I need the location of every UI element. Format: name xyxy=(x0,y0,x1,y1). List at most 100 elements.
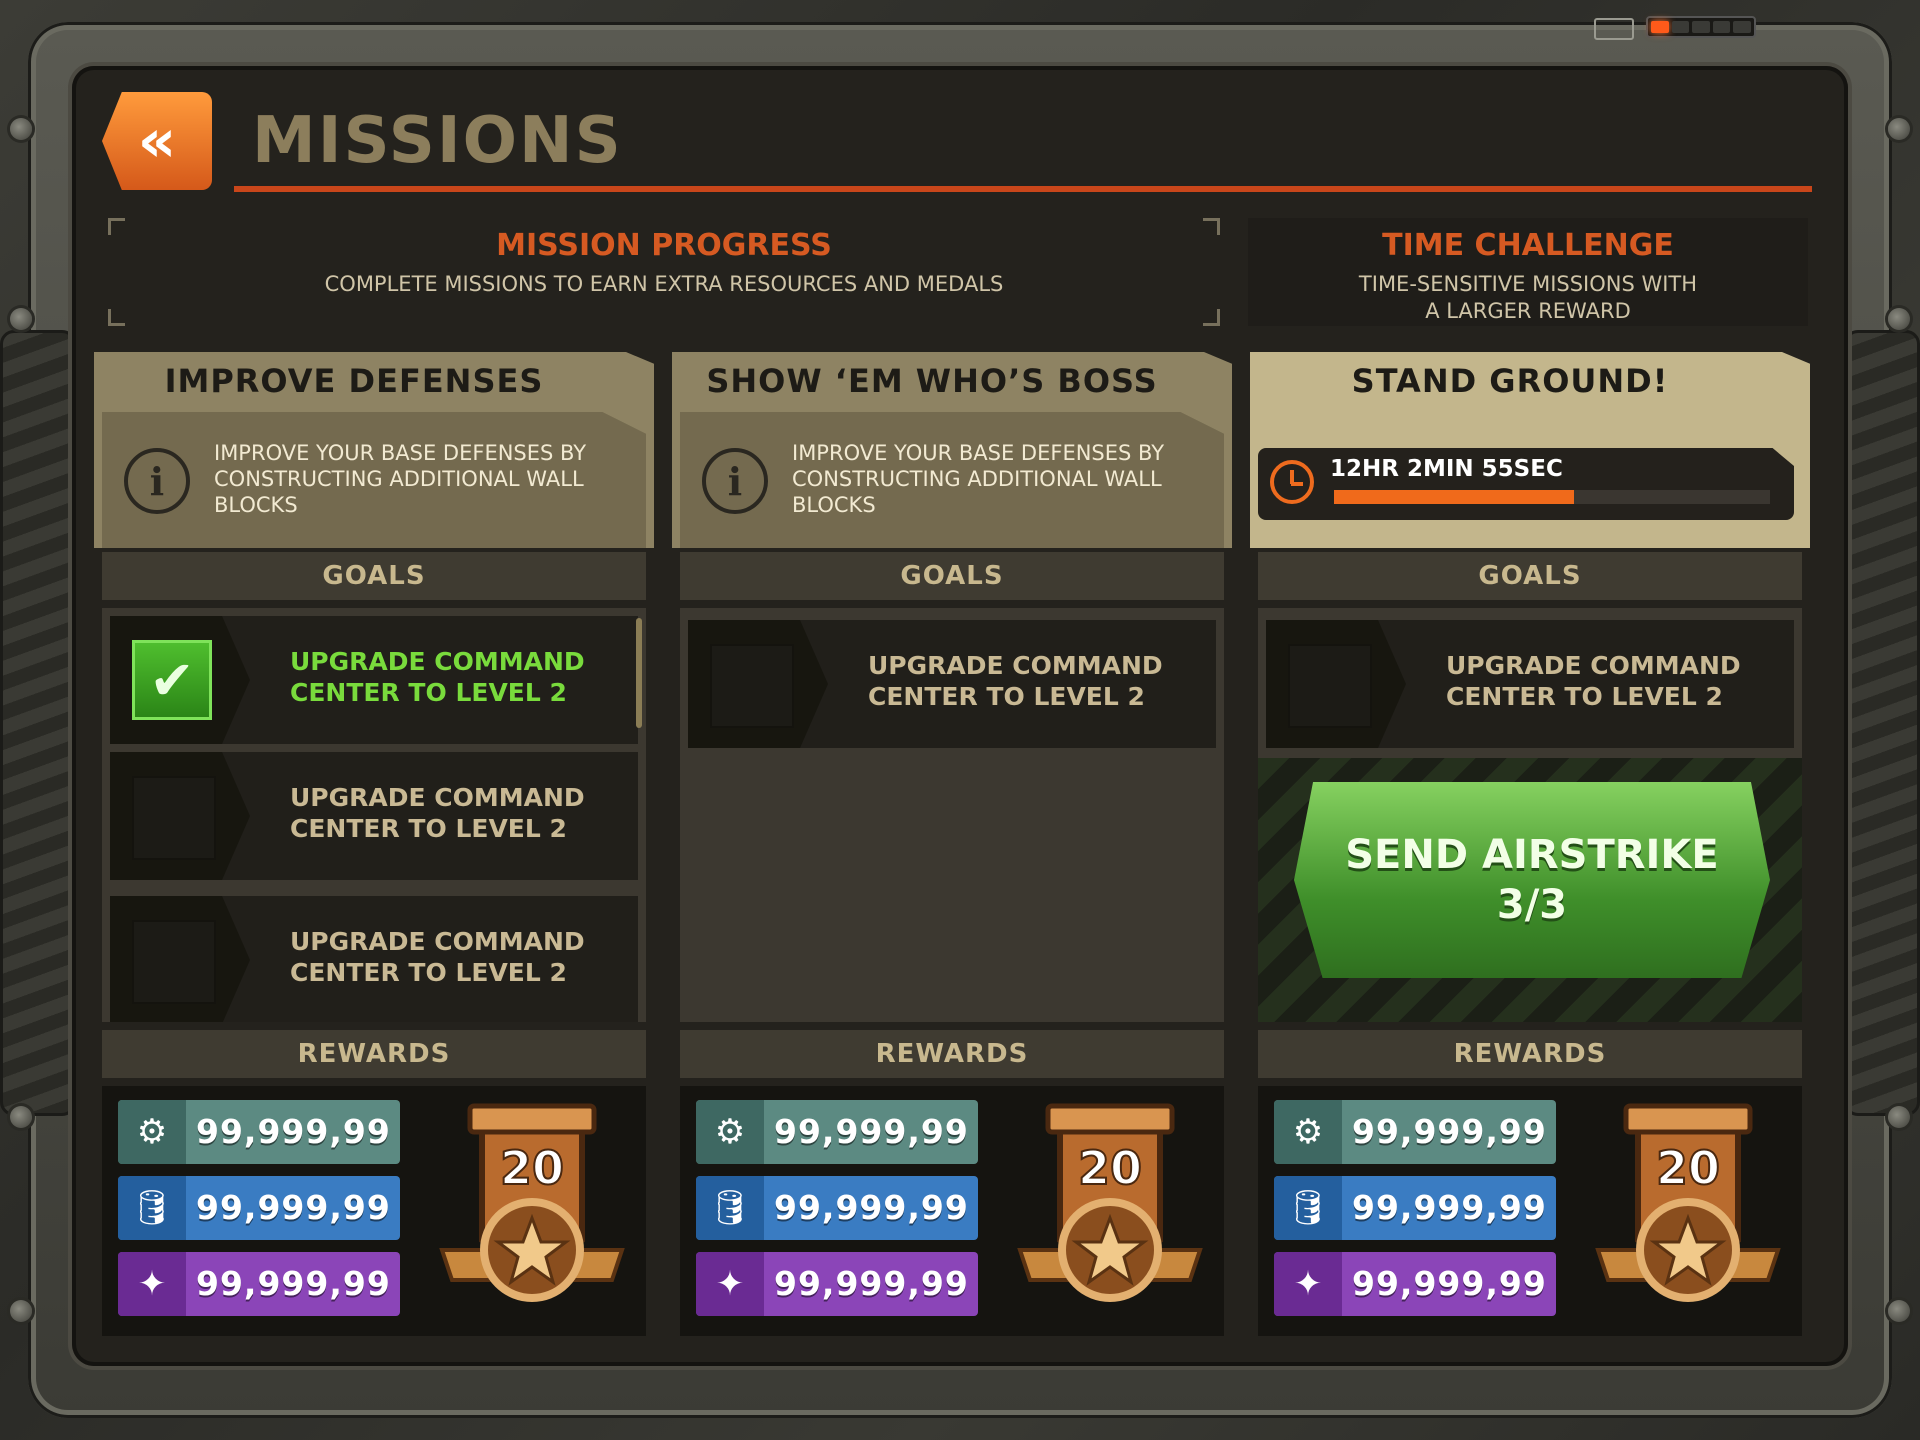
rewards-header: REWARDS xyxy=(102,1030,646,1078)
reward-crystals: ✦ 99,999,99 xyxy=(118,1252,400,1316)
back-button[interactable]: « xyxy=(102,92,212,190)
mission-card-stand-ground[interactable]: STAND GROUND! 12HR 2MIN 55SEC GOALS UPGR… xyxy=(1250,352,1810,1340)
timer-progress-fill xyxy=(1334,490,1574,504)
airstrike-count: 3/3 xyxy=(1496,882,1568,928)
star-medal-icon: 20 xyxy=(439,1103,625,1302)
goal-text: UPGRADE COMMAND CENTER TO LEVEL 2 xyxy=(868,651,1163,711)
card-title: STAND GROUND! xyxy=(1351,362,1669,400)
card-description: IMPROVE YOUR BASE DEFENSES BY CONSTRUCTI… xyxy=(792,441,1165,517)
goals-list[interactable]: UPGRADE COMMAND CENTER TO LEVEL 2 xyxy=(680,608,1224,1022)
corner-bracket xyxy=(108,309,125,326)
goal-item[interactable]: UPGRADE COMMAND CENTER TO LEVEL 2 xyxy=(688,620,1216,748)
oil-barrel-icon: 🛢 xyxy=(118,1176,186,1240)
charge-segment xyxy=(1671,21,1690,33)
card-title: IMPROVE DEFENSES xyxy=(164,362,544,400)
info-icon[interactable]: i xyxy=(124,448,190,514)
frame-bolt xyxy=(1888,308,1910,330)
scrollbar-thumb[interactable] xyxy=(636,618,642,728)
reward-value: 99,999,99 xyxy=(196,1188,391,1227)
crystal-icon: ✦ xyxy=(1274,1252,1342,1316)
reward-bolts: ⚙ 99,999,99 xyxy=(696,1100,978,1164)
reward-bolts: ⚙ 99,999,99 xyxy=(1274,1100,1556,1164)
rewards-header: REWARDS xyxy=(680,1030,1224,1078)
info-icon[interactable]: i xyxy=(702,448,768,514)
rewards-panel: ⚙ 99,999,99 🛢 99,999,99 ✦ 99,999,99 20 xyxy=(1258,1086,1802,1336)
reward-value: 99,999,99 xyxy=(774,1188,969,1227)
mission-progress-subtitle: COMPLETE MISSIONS TO EARN EXTRA RESOURCE… xyxy=(324,272,1004,296)
crystal-icon: ✦ xyxy=(696,1252,764,1316)
card-header: STAND GROUND! 12HR 2MIN 55SEC xyxy=(1250,352,1810,548)
time-challenge-title: TIME CHALLENGE xyxy=(1382,228,1674,263)
goal-text: UPGRADE COMMAND CENTER TO LEVEL 2 xyxy=(1446,651,1741,711)
goal-item[interactable]: UPGRADE COMMAND CENTER TO LEVEL 2 xyxy=(110,896,638,1022)
clock-icon xyxy=(1270,460,1314,504)
card-header: IMPROVE DEFENSES i IMPROVE YOUR BASE DEF… xyxy=(94,352,654,548)
airstrike-zone: SEND AIRSTRIKE 3/3 xyxy=(1258,758,1802,1022)
double-chevron-left-icon: « xyxy=(137,106,177,176)
timer-text: 12HR 2MIN 55SEC xyxy=(1330,456,1563,482)
checkbox-empty-icon xyxy=(132,776,216,860)
airstrike-label: SEND AIRSTRIKE xyxy=(1345,832,1719,878)
timer-progress-track xyxy=(1334,490,1770,504)
mission-progress-box: MISSION PROGRESS COMPLETE MISSIONS TO EA… xyxy=(108,218,1220,326)
reward-value: 99,999,99 xyxy=(1352,1264,1547,1303)
charge-segment xyxy=(1733,21,1751,33)
goal-text: UPGRADE COMMAND CENTER TO LEVEL 2 xyxy=(290,783,585,843)
reward-oil: 🛢 99,999,99 xyxy=(1274,1176,1556,1240)
frame-bolt xyxy=(1888,1300,1910,1322)
goal-item[interactable]: UPGRADE COMMAND CENTER TO LEVEL 2 xyxy=(1266,620,1794,748)
charge-segment xyxy=(1692,21,1710,33)
reward-crystals: ✦ 99,999,99 xyxy=(696,1252,978,1316)
left-rail xyxy=(0,330,76,1116)
card-description-area: i IMPROVE YOUR BASE DEFENSES BY CONSTRUC… xyxy=(102,412,646,548)
goals-list[interactable]: ✔ UPGRADE COMMAND CENTER TO LEVEL 2 UPGR… xyxy=(102,608,646,1022)
goals-header: GOALS xyxy=(102,552,646,600)
goal-item[interactable]: ✔ UPGRADE COMMAND CENTER TO LEVEL 2 xyxy=(110,616,638,744)
battery-icon xyxy=(1594,18,1634,40)
star-medal-icon: 20 xyxy=(1017,1103,1203,1302)
checkbox-empty-icon xyxy=(710,644,794,728)
charge-meter xyxy=(1646,16,1756,38)
reward-value: 99,999,99 xyxy=(196,1112,391,1151)
charge-segment xyxy=(1712,21,1731,33)
rewards-header: REWARDS xyxy=(1258,1030,1802,1078)
time-remaining-bar: 12HR 2MIN 55SEC xyxy=(1258,448,1794,520)
time-challenge-box: TIME CHALLENGE TIME-SENSITIVE MISSIONS W… xyxy=(1248,218,1808,326)
reward-value: 99,999,99 xyxy=(196,1264,391,1303)
mission-card-improve-defenses[interactable]: IMPROVE DEFENSES i IMPROVE YOUR BASE DEF… xyxy=(94,352,654,1340)
reward-value: 99,999,99 xyxy=(1352,1112,1547,1151)
corner-bracket xyxy=(108,218,125,235)
title-divider xyxy=(234,186,1812,192)
goal-item[interactable]: UPGRADE COMMAND CENTER TO LEVEL 2 xyxy=(110,752,638,880)
reward-value: 99,999,99 xyxy=(774,1112,969,1151)
mission-card-show-em-whos-boss[interactable]: SHOW ‘EM WHO’S BOSS i IMPROVE YOUR BASE … xyxy=(672,352,1232,1340)
frame-bolt xyxy=(10,308,32,330)
checkbox-empty-icon xyxy=(132,920,216,1004)
bolt-resource-icon: ⚙ xyxy=(118,1100,186,1164)
reward-oil: 🛢 99,999,99 xyxy=(696,1176,978,1240)
time-challenge-subtitle: TIME-SENSITIVE MISSIONS WITH A LARGER RE… xyxy=(1248,271,1808,325)
rewards-panel: ⚙ 99,999,99 🛢 99,999,99 ✦ 99,999,99 20 xyxy=(102,1086,646,1336)
card-title: SHOW ‘EM WHO’S BOSS xyxy=(706,362,1158,400)
right-rail xyxy=(1844,330,1920,1116)
frame-bolt xyxy=(10,1300,32,1322)
checkbox-empty-icon xyxy=(1288,644,1372,728)
reward-value: 99,999,99 xyxy=(1352,1188,1547,1227)
subtitle-line: A LARGER REWARD xyxy=(1425,299,1631,323)
oil-barrel-icon: 🛢 xyxy=(696,1176,764,1240)
bolt-resource-icon: ⚙ xyxy=(1274,1100,1342,1164)
medal-value: 20 xyxy=(500,1141,564,1195)
page-title: MISSIONS xyxy=(252,104,623,178)
star-medal-icon: 20 xyxy=(1595,1103,1781,1302)
frame-bolt xyxy=(1888,118,1910,140)
reward-bolts: ⚙ 99,999,99 xyxy=(118,1100,400,1164)
reward-crystals: ✦ 99,999,99 xyxy=(1274,1252,1556,1316)
frame-bolt xyxy=(1888,1106,1910,1128)
send-airstrike-button[interactable]: SEND AIRSTRIKE 3/3 xyxy=(1294,782,1770,978)
oil-barrel-icon: 🛢 xyxy=(1274,1176,1342,1240)
frame-bolt xyxy=(10,118,32,140)
card-header: SHOW ‘EM WHO’S BOSS i IMPROVE YOUR BASE … xyxy=(672,352,1232,548)
reward-value: 99,999,99 xyxy=(774,1264,969,1303)
corner-bracket xyxy=(1203,309,1220,326)
card-description-area: i IMPROVE YOUR BASE DEFENSES BY CONSTRUC… xyxy=(680,412,1224,548)
